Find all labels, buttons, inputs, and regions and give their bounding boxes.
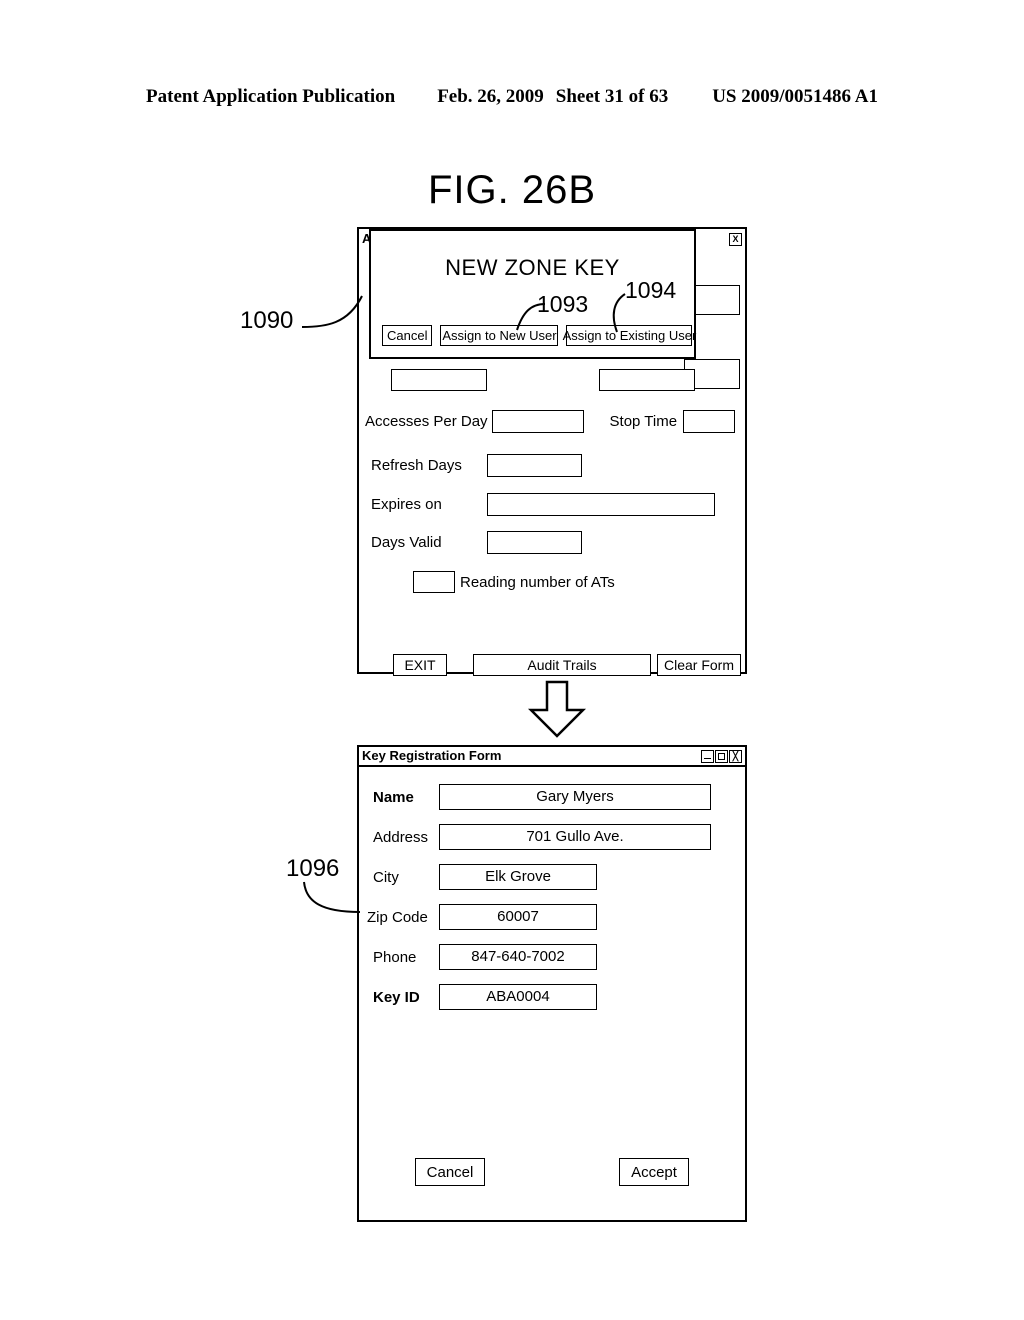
key-registration-form-window[interactable]: Key Registration Form ╳ Name Gary Myers … <box>357 745 747 1222</box>
phone-input[interactable]: 847-640-7002 <box>439 944 597 970</box>
row-phone: Phone 847-640-7002 <box>359 941 745 973</box>
expires-on-input[interactable] <box>487 493 715 516</box>
key-registration-actions: Cancel Accept <box>359 1158 745 1186</box>
header-publication: Patent Application Publication <box>146 86 396 107</box>
leader-line-1090 <box>301 295 363 328</box>
reading-number-of-ats-label: Reading number of ATs <box>460 573 615 591</box>
address-input[interactable]: 701 Gullo Ave. <box>439 824 711 850</box>
exit-button[interactable]: EXIT <box>393 654 447 676</box>
clear-form-button[interactable]: Clear Form <box>657 654 741 676</box>
key-registration-accept-label: Accept <box>631 1163 677 1181</box>
accesses-per-day-input[interactable] <box>491 410 584 433</box>
row-expires-on: Expires on <box>371 493 715 516</box>
cancel-button[interactable]: Cancel <box>382 325 433 346</box>
clear-form-button-label: Clear Form <box>663 657 734 673</box>
header-sheet: Sheet 31 of 63 <box>555 86 669 107</box>
close-icon[interactable]: X <box>729 232 742 246</box>
stop-time-input[interactable] <box>683 410 736 433</box>
audit-trails-button-label: Audit Trails <box>527 657 597 673</box>
key-registration-cancel-button[interactable]: Cancel <box>415 1158 485 1186</box>
key-registration-cancel-label: Cancel <box>426 1163 474 1181</box>
row-key-id: Key ID ABA0004 <box>359 981 745 1013</box>
audit-trails-button[interactable]: Audit Trails <box>473 654 651 676</box>
ref-numeral-1090: 1090 <box>240 307 294 334</box>
expires-on-label: Expires on <box>371 496 442 513</box>
header-date: Feb. 26, 2009 <box>437 86 544 107</box>
address-label: Address <box>373 828 429 846</box>
key-registration-window-buttons: ╳ <box>701 749 742 763</box>
accesses-per-day-label: Accesses Per Day <box>365 413 488 430</box>
key-registration-fields: Name Gary Myers Address 701 Gullo Ave. C… <box>359 781 745 1021</box>
close-icon[interactable]: ╳ <box>729 749 742 763</box>
days-valid-input[interactable] <box>487 531 582 554</box>
row-zip-code: Zip Code 60007 <box>359 901 745 933</box>
row-days-valid: Days Valid <box>371 531 582 554</box>
reading-number-of-ats-checkbox[interactable] <box>413 571 455 593</box>
zip-code-input[interactable]: 60007 <box>439 904 597 930</box>
name-label: Name <box>373 788 414 806</box>
key-registration-accept-button[interactable]: Accept <box>619 1158 689 1186</box>
maximize-icon[interactable] <box>715 749 728 763</box>
page-header: Patent Application Publication Feb. 26, … <box>0 86 1024 108</box>
exit-button-label: EXIT <box>404 657 436 673</box>
leader-line-1093 <box>516 303 546 331</box>
ref-numeral-1096: 1096 <box>286 855 340 882</box>
background-window-buttons: X <box>729 232 742 246</box>
city-input[interactable]: Elk Grove <box>439 864 597 890</box>
row-city: City Elk Grove <box>359 861 745 893</box>
phone-label: Phone <box>373 948 417 966</box>
city-label: City <box>373 868 399 886</box>
minimize-icon[interactable] <box>701 749 714 763</box>
header-patent-number: US 2009/0051486 A1 <box>712 86 878 107</box>
zip-code-label: Zip Code <box>367 908 428 926</box>
occluded-field-center-bottom[interactable] <box>391 369 487 391</box>
key-registration-titlebar: Key Registration Form ╳ <box>359 747 745 767</box>
row-refresh-days: Refresh Days <box>371 454 582 477</box>
refresh-days-label: Refresh Days <box>371 457 462 474</box>
cancel-button-label: Cancel <box>387 328 428 343</box>
occluded-field-center-bottom-2[interactable] <box>599 369 695 391</box>
row-reading-number-of-ats: Reading number of ATs <box>413 571 615 593</box>
key-registration-title: Key Registration Form <box>362 748 502 763</box>
key-id-input[interactable]: ABA0004 <box>439 984 597 1010</box>
row-accesses-per-day: Accesses Per Day Stop Time <box>365 410 736 433</box>
flow-arrow-icon <box>527 680 587 738</box>
row-address: Address 701 Gullo Ave. <box>359 821 745 853</box>
stop-time-label: Stop Time <box>609 413 678 430</box>
leader-line-1094 <box>612 293 626 333</box>
leader-line-1096 <box>303 881 361 913</box>
figure-title: FIG. 26B <box>427 168 597 212</box>
days-valid-label: Days Valid <box>371 534 442 551</box>
row-name: Name Gary Myers <box>359 781 745 813</box>
name-input[interactable]: Gary Myers <box>439 784 711 810</box>
key-id-label: Key ID <box>373 988 420 1006</box>
refresh-days-input[interactable] <box>487 454 582 477</box>
